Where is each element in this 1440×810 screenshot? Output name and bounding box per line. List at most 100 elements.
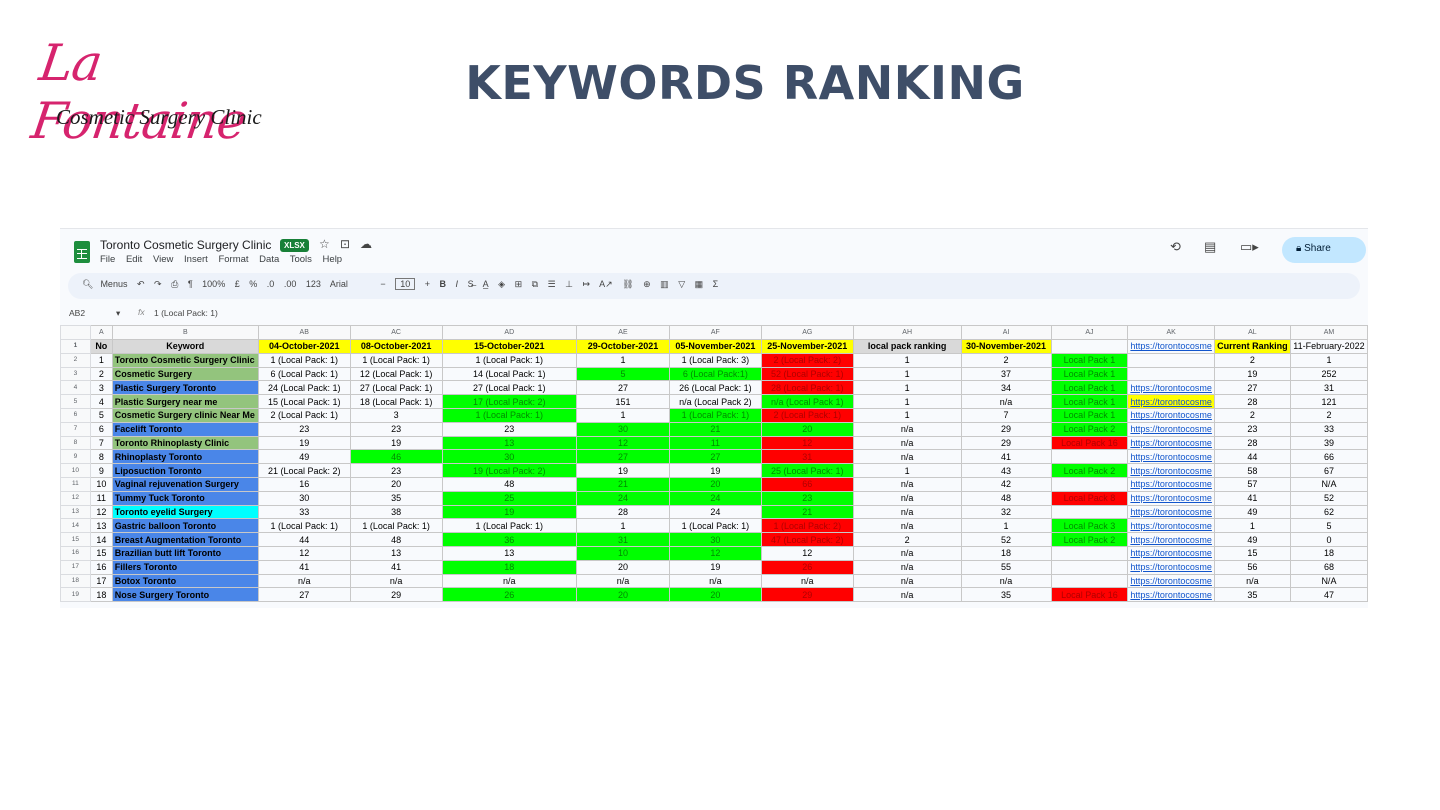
align-icon[interactable]: ☰: [548, 279, 556, 289]
ranking-cell[interactable]: Local Pack 1: [1050, 394, 1129, 409]
ranking-cell[interactable]: 23: [441, 421, 578, 437]
column-header[interactable]: AF: [668, 325, 762, 340]
ranking-cell[interactable]: 19: [576, 463, 670, 478]
header-cell[interactable]: 30-November-2021: [960, 339, 1052, 354]
column-header[interactable]: AB: [257, 325, 351, 340]
ranking-cell[interactable]: n/a: [349, 573, 443, 589]
ranking-cell[interactable]: 26 (Local Pack: 1): [668, 380, 762, 396]
percent-button[interactable]: %: [249, 279, 257, 289]
decrease-decimal-button[interactable]: .0: [267, 279, 275, 289]
currency-button[interactable]: £: [235, 279, 240, 289]
row-number[interactable]: 8: [60, 435, 91, 451]
row-number[interactable]: 18: [60, 573, 91, 589]
ranking-cell[interactable]: 35: [1213, 587, 1291, 603]
ranking-cell[interactable]: 66: [1289, 449, 1369, 465]
ranking-cell[interactable]: 27 (Local Pack: 1): [441, 380, 578, 396]
ranking-cell[interactable]: 1 (Local Pack: 3): [668, 352, 762, 368]
ranking-cell[interactable]: Local Pack 1: [1050, 352, 1129, 368]
ranking-cell[interactable]: Local Pack 2: [1050, 532, 1129, 547]
url-link[interactable]: https://torontocosme: [1127, 421, 1215, 437]
ranking-cell[interactable]: 27: [1213, 380, 1291, 396]
ranking-cell[interactable]: n/a: [852, 573, 962, 589]
formula-input[interactable]: 1 (Local Pack: 1): [154, 308, 218, 318]
ranking-cell[interactable]: 2: [1213, 407, 1291, 423]
ranking-cell[interactable]: n/a: [668, 573, 762, 589]
menu-view[interactable]: View: [153, 254, 173, 265]
zoom-select[interactable]: 100%: [202, 279, 225, 289]
ranking-cell[interactable]: 55: [960, 559, 1052, 575]
url-link[interactable]: https://torontocosme: [1127, 559, 1215, 575]
url-link[interactable]: https://torontocosme: [1127, 394, 1215, 409]
ranking-cell[interactable]: Local Pack 1: [1050, 407, 1129, 423]
ranking-cell[interactable]: 12: [576, 435, 670, 451]
ranking-cell[interactable]: 121: [1289, 394, 1369, 409]
ranking-cell[interactable]: Local Pack 1: [1050, 380, 1129, 396]
increase-decimal-button[interactable]: .00: [284, 279, 297, 289]
ranking-cell[interactable]: 1: [1289, 352, 1369, 368]
menu-help[interactable]: Help: [323, 254, 343, 265]
ranking-cell[interactable]: 23: [257, 421, 351, 437]
keyword-cell[interactable]: Plastic Surgery Toronto: [111, 380, 259, 396]
rotate-icon[interactable]: A↗: [599, 279, 613, 289]
menu-data[interactable]: Data: [259, 254, 279, 265]
wrap-icon[interactable]: ↦: [583, 279, 591, 289]
menu-insert[interactable]: Insert: [184, 254, 208, 265]
ranking-cell[interactable]: n/a: [960, 573, 1052, 589]
ranking-cell[interactable]: [1050, 449, 1129, 465]
star-icon[interactable]: ☆: [319, 237, 330, 251]
ranking-cell[interactable]: 12 (Local Pack: 1): [349, 366, 443, 382]
ranking-cell[interactable]: 67: [1289, 463, 1369, 478]
url-link[interactable]: https://torontocosme: [1127, 463, 1215, 478]
ranking-cell[interactable]: n/a (Local Pack 1): [760, 394, 854, 409]
row-number[interactable]: 14: [60, 518, 91, 534]
keyword-cell[interactable]: Plastic Surgery near me: [111, 394, 259, 409]
ranking-cell[interactable]: 1: [852, 463, 962, 478]
ranking-cell[interactable]: 49: [1213, 532, 1291, 547]
row-number[interactable]: 19: [60, 587, 91, 603]
keyword-cell[interactable]: Cosmetic Surgery: [111, 366, 259, 382]
ranking-cell[interactable]: 23: [1213, 421, 1291, 437]
column-header[interactable]: AH: [852, 325, 962, 340]
ranking-cell[interactable]: 2 (Local Pack: 2): [760, 352, 854, 368]
name-box[interactable]: AB2: [69, 308, 85, 318]
font-size-decrease-icon[interactable]: −: [380, 279, 385, 289]
ranking-cell[interactable]: 30: [257, 490, 351, 506]
ranking-cell[interactable]: 21 (Local Pack: 2): [257, 463, 351, 478]
column-header[interactable]: AM: [1289, 325, 1369, 340]
ranking-cell[interactable]: n/a: [852, 449, 962, 465]
ranking-cell[interactable]: 20: [668, 587, 762, 603]
ranking-cell[interactable]: 1 (Local Pack: 1): [441, 518, 578, 534]
column-header[interactable]: AL: [1213, 325, 1291, 340]
ranking-cell[interactable]: 2: [1289, 407, 1369, 423]
search-menus-icon[interactable]: 🔍︎: [82, 279, 93, 289]
ranking-cell[interactable]: 1 (Local Pack: 2): [760, 518, 854, 534]
views-icon[interactable]: ▦: [695, 279, 704, 289]
ranking-cell[interactable]: 18: [960, 545, 1052, 561]
ranking-cell[interactable]: 18: [1289, 545, 1369, 561]
header-cell[interactable]: Keyword: [111, 339, 259, 354]
ranking-cell[interactable]: 28 (Local Pack: 1): [760, 380, 854, 396]
ranking-cell[interactable]: 1: [576, 518, 670, 534]
ranking-cell[interactable]: [1050, 573, 1129, 589]
ranking-cell[interactable]: 6 (Local Pack:1): [668, 366, 762, 382]
ranking-cell[interactable]: 12: [760, 435, 854, 451]
ranking-cell[interactable]: 1: [576, 407, 670, 423]
menu-edit[interactable]: Edit: [126, 254, 142, 265]
ranking-cell[interactable]: Local Pack 3: [1050, 518, 1129, 534]
ranking-cell[interactable]: 17: [89, 573, 113, 589]
keyword-cell[interactable]: Brazilian butt lift Toronto: [111, 545, 259, 561]
ranking-cell[interactable]: N/A: [1289, 476, 1369, 492]
ranking-cell[interactable]: 35: [960, 587, 1052, 603]
ranking-cell[interactable]: Local Pack 1: [1050, 366, 1129, 382]
ranking-cell[interactable]: 52: [960, 532, 1052, 547]
ranking-cell[interactable]: 8: [89, 449, 113, 465]
ranking-cell[interactable]: 44: [257, 532, 351, 547]
ranking-cell[interactable]: n/a: [760, 573, 854, 589]
url-link[interactable]: https://torontocosme: [1127, 449, 1215, 465]
ranking-cell[interactable]: 30: [668, 532, 762, 547]
ranking-cell[interactable]: 17 (Local Pack: 2): [441, 394, 578, 409]
ranking-cell[interactable]: Local Pack 8: [1050, 490, 1129, 506]
menu-format[interactable]: Format: [218, 254, 248, 265]
ranking-cell[interactable]: 18: [441, 559, 578, 575]
ranking-cell[interactable]: 28: [576, 504, 670, 520]
